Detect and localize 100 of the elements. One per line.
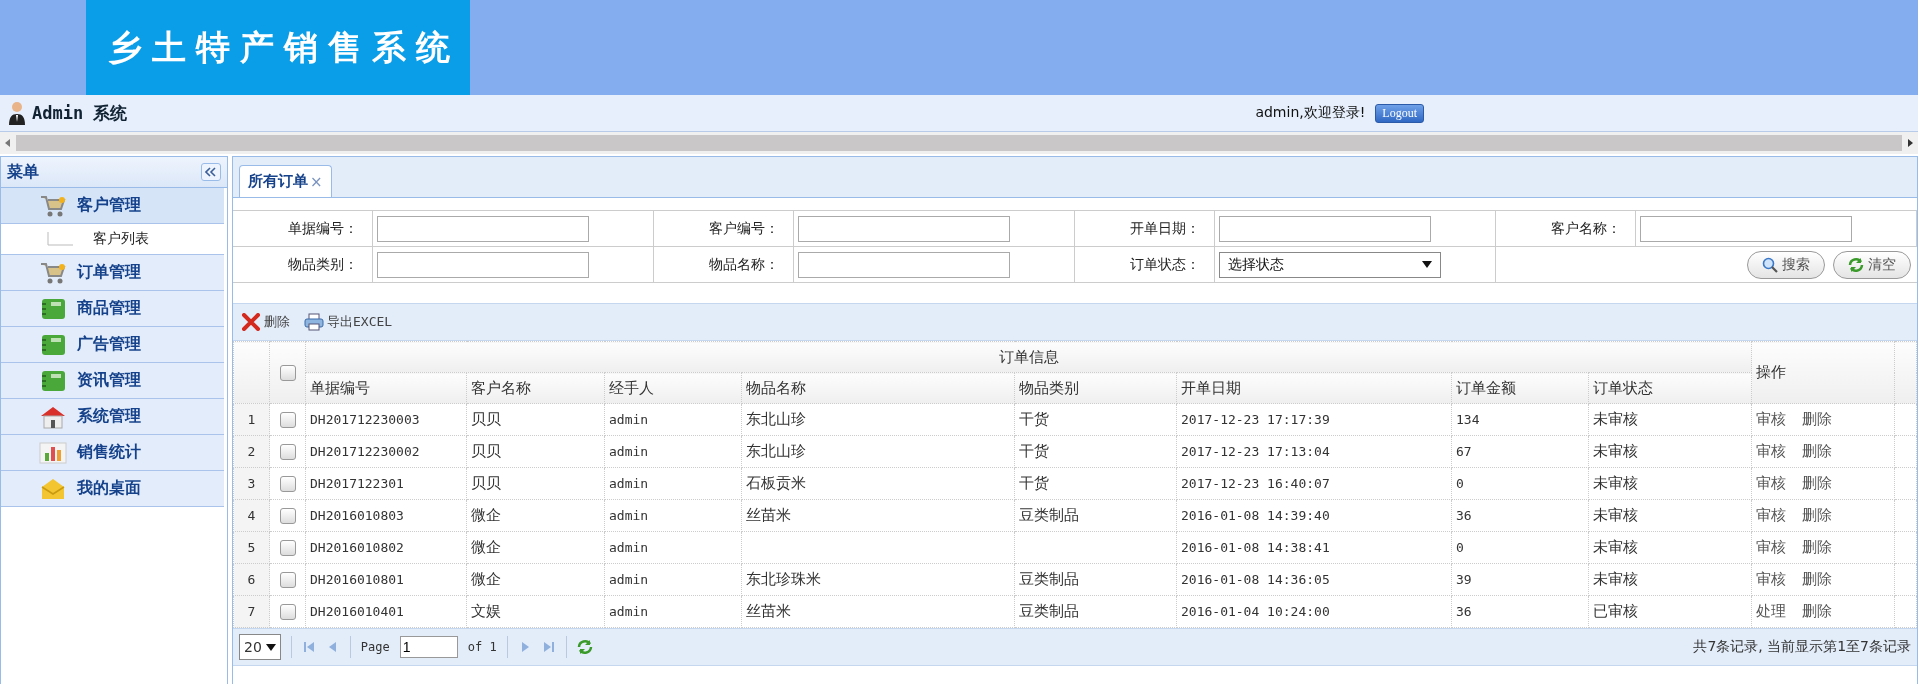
chart-icon [39, 440, 67, 465]
column-header: 物品类别 [1014, 372, 1177, 404]
logout-button[interactable]: Logout [1375, 103, 1424, 123]
action-link[interactable]: 删除 [1802, 410, 1832, 428]
select-all-checkbox[interactable] [279, 365, 296, 381]
row-checkbox[interactable] [279, 476, 296, 492]
filter-label: 开单日期： [1129, 219, 1200, 238]
table-cell: admin [604, 531, 742, 564]
table-cell: 2017-12-23 16:40:07 [1176, 467, 1452, 500]
menu-item[interactable]: 销售统计 [1, 435, 224, 471]
last-page-icon[interactable] [541, 640, 556, 654]
table-cell: 豆类制品 [1014, 499, 1177, 532]
table-cell: 贝贝 [466, 403, 605, 436]
column-header: 操作 [1751, 341, 1895, 404]
row-checkbox[interactable] [279, 572, 296, 588]
table-cell: 微企 [466, 499, 605, 532]
dropdown-icon [265, 643, 276, 651]
input-field[interactable] [376, 251, 589, 278]
row-number: 4 [233, 499, 270, 532]
input-field[interactable] [1218, 215, 1431, 242]
delete-button[interactable]: 删除 [241, 313, 290, 331]
menu-item[interactable]: 客户管理 [1, 188, 224, 224]
menu-item[interactable]: 资讯管理 [1, 363, 224, 399]
delete-icon [241, 313, 261, 331]
cart-icon [39, 260, 67, 285]
table-cell: DH201712230003 [305, 403, 467, 436]
action-link[interactable]: 删除 [1802, 538, 1832, 556]
action-link[interactable]: 审核 [1756, 474, 1786, 492]
row-checkbox[interactable] [279, 540, 296, 556]
scrollbar-thumb[interactable] [16, 135, 1902, 151]
action-link[interactable]: 删除 [1802, 506, 1832, 524]
clear-button[interactable]: 清空 [1833, 250, 1911, 279]
menu-item[interactable]: 我的桌面 [1, 471, 224, 507]
search-button[interactable]: 搜索 [1747, 250, 1825, 279]
action-link[interactable]: 处理 [1756, 602, 1786, 620]
table-cell: 豆类制品 [1014, 563, 1177, 596]
collapse-button[interactable] [201, 163, 221, 181]
table-cell: admin [604, 467, 742, 500]
table-cell: 丝苗米 [741, 595, 1015, 628]
table-cell: DH2016010802 [305, 531, 467, 564]
system-title: Admin 系统 [32, 101, 128, 125]
table-cell: 0 [1451, 467, 1589, 500]
export-button[interactable]: 导出EXCEL [304, 313, 393, 331]
menu-item[interactable]: 订单管理 [1, 255, 224, 291]
row-checkbox[interactable] [279, 412, 296, 428]
orders-tab[interactable]: 所有订单× [239, 165, 332, 197]
table-cell: 贝贝 [466, 435, 605, 468]
page-size-select[interactable]: 20 [239, 634, 281, 660]
table-cell: admin [604, 499, 742, 532]
app-logo: 乡土特产销售系统 [86, 0, 470, 95]
action-link[interactable]: 审核 [1756, 506, 1786, 524]
action-link[interactable]: 审核 [1756, 570, 1786, 588]
row-checkbox[interactable] [279, 604, 296, 620]
table-cell: 丝苗米 [741, 499, 1015, 532]
table-cell: 微企 [466, 531, 605, 564]
table-cell: 36 [1451, 595, 1589, 628]
menu-item[interactable]: 商品管理 [1, 291, 224, 327]
table-cell: 2017-12-23 17:13:04 [1176, 435, 1452, 468]
row-checkbox[interactable] [279, 508, 296, 524]
row-number: 3 [233, 467, 270, 500]
action-link[interactable]: 审核 [1756, 538, 1786, 556]
page-input[interactable]: 1 [399, 636, 458, 658]
column-header: 单据编号 [305, 372, 467, 404]
action-link[interactable]: 删除 [1802, 442, 1832, 460]
action-link[interactable]: 删除 [1802, 570, 1832, 588]
action-link[interactable]: 删除 [1802, 602, 1832, 620]
column-header: 开单日期 [1176, 372, 1452, 404]
table-cell: 石板贡米 [741, 467, 1015, 500]
table-cell: 未审核 [1588, 531, 1752, 564]
user-icon [8, 101, 26, 125]
first-page-icon[interactable] [301, 640, 316, 654]
input-field[interactable] [1639, 215, 1852, 242]
action-link[interactable]: 删除 [1802, 474, 1832, 492]
notebook-icon [39, 296, 67, 321]
row-number: 5 [233, 531, 270, 564]
table-cell: 未审核 [1588, 435, 1752, 468]
column-header: 客户名称 [466, 372, 605, 404]
table-cell: 豆类制品 [1014, 595, 1177, 628]
row-checkbox[interactable] [279, 444, 296, 460]
table-cell: 微企 [466, 563, 605, 596]
menu-item[interactable]: 广告管理 [1, 327, 224, 363]
input-field[interactable] [376, 215, 589, 242]
table-cell: DH201712230002 [305, 435, 467, 468]
table-cell: 36 [1451, 499, 1589, 532]
action-link[interactable]: 审核 [1756, 410, 1786, 428]
search-icon [1762, 256, 1778, 273]
table-cell: 未审核 [1588, 499, 1752, 532]
status-select[interactable]: 选择状态 [1218, 251, 1441, 278]
filter-label: 物品类别： [287, 255, 358, 274]
table-cell: 未审核 [1588, 403, 1752, 436]
table-cell: DH2017122301 [305, 467, 467, 500]
page-count: of 1 [467, 640, 497, 654]
table-cell: 干货 [1014, 403, 1177, 436]
input-field[interactable] [797, 215, 1010, 242]
action-link[interactable]: 审核 [1756, 442, 1786, 460]
table-cell: 东北珍珠米 [741, 563, 1015, 596]
table-cell: 文娱 [466, 595, 605, 628]
input-field[interactable] [797, 251, 1010, 278]
house-icon [39, 404, 67, 429]
menu-item[interactable]: 系统管理 [1, 399, 224, 435]
